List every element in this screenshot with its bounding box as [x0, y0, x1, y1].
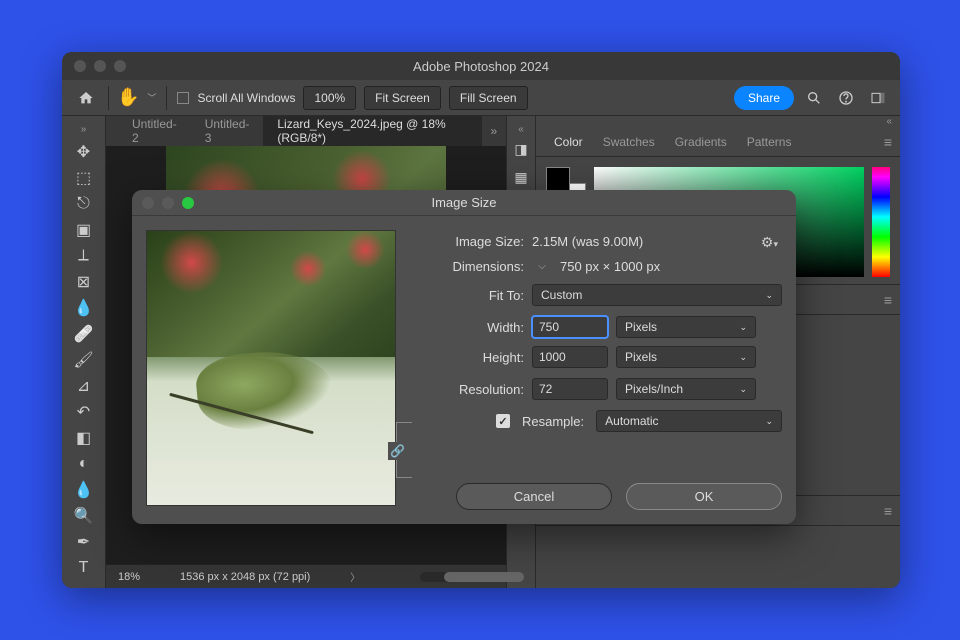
tab-color[interactable]: Color [544, 135, 593, 149]
gear-icon[interactable]: ⚙︎▾ [761, 234, 778, 251]
hue-slider[interactable] [872, 167, 890, 277]
tab-patterns[interactable]: Patterns [737, 135, 802, 149]
resample-label: Resample: [522, 414, 584, 429]
document-tab[interactable]: Untitled-2 [118, 116, 191, 146]
marquee-tool[interactable]: ⬚ [69, 165, 99, 191]
tab-overflow-icon[interactable]: » [482, 124, 506, 138]
image-size-dialog: Image Size ⚙︎▾ Image Size: 2.15M (was 9.… [132, 190, 796, 524]
dodge-tool[interactable]: 🔍 [69, 503, 99, 529]
eraser-tool[interactable]: ◧ [69, 425, 99, 451]
home-button[interactable] [72, 84, 100, 112]
titlebar: Adobe Photoshop 2024 [62, 52, 900, 80]
gradient-tool[interactable]: ◐ [69, 451, 99, 477]
pen-tool[interactable]: ✒ [69, 529, 99, 555]
width-unit-select[interactable]: Pixels⌄ [616, 316, 756, 338]
toolbox-expand-icon[interactable]: » [62, 124, 105, 135]
panels-collapse-icon[interactable]: « [536, 116, 900, 127]
help-icon[interactable] [834, 86, 858, 110]
share-button[interactable]: Share [734, 86, 794, 110]
document-tab[interactable]: Untitled-3 [191, 116, 264, 146]
width-label: Width: [416, 320, 524, 335]
clone-tool[interactable]: ⊿ [69, 373, 99, 399]
workspace-icon[interactable] [866, 86, 890, 110]
tab-gradients[interactable]: Gradients [665, 135, 737, 149]
move-tool[interactable]: ✥ [69, 139, 99, 165]
height-label: Height: [416, 350, 524, 365]
healing-tool[interactable]: 🩹 [69, 321, 99, 347]
dialog-form: ⚙︎▾ Image Size: 2.15M (was 9.00M) Dimens… [416, 230, 782, 510]
dimensions-unit-dropdown[interactable]: ⌵ [532, 261, 552, 272]
document-tab-active[interactable]: Lizard_Keys_2024.jpeg @ 18% (RGB/8*) [263, 116, 481, 146]
search-icon[interactable] [802, 86, 826, 110]
color-panel-tabs: Color Swatches Gradients Patterns ≡ [536, 127, 900, 157]
chevron-right-icon[interactable]: 〉 [350, 569, 360, 584]
status-zoom[interactable]: 18% [118, 571, 140, 583]
horizontal-scrollbar[interactable] [420, 572, 474, 582]
scroll-all-checkbox[interactable] [177, 92, 189, 104]
options-bar: ✋ ﹀ Scroll All Windows 100% Fit Screen F… [62, 80, 900, 116]
mini-panel-icon[interactable]: ▦ [509, 165, 533, 189]
dialog-preview-image[interactable] [146, 230, 396, 506]
image-size-label: Image Size: [416, 234, 524, 249]
status-doc-info[interactable]: 1536 px x 2048 px (72 ppi) [180, 571, 310, 583]
panel-menu-icon[interactable]: ≡ [884, 503, 892, 519]
tab-swatches[interactable]: Swatches [593, 135, 665, 149]
crop-tool[interactable]: ⟂ [69, 243, 99, 269]
frame-tool[interactable]: ⊠ [69, 269, 99, 295]
document-tab-bar: Untitled-2 Untitled-3 Lizard_Keys_2024.j… [106, 116, 506, 146]
dock-collapse-icon[interactable]: « [507, 124, 535, 135]
dimensions-label: Dimensions: [416, 259, 524, 274]
object-select-tool[interactable]: ▣ [69, 217, 99, 243]
history-brush-tool[interactable]: ↶ [69, 399, 99, 425]
panel-menu-icon[interactable]: ≡ [884, 134, 892, 150]
scroll-all-label: Scroll All Windows [197, 91, 295, 105]
width-input[interactable] [532, 316, 608, 338]
fit-to-label: Fit To: [416, 288, 524, 303]
ok-button[interactable]: OK [626, 483, 782, 510]
tool-preset-dropdown[interactable]: ﹀ [147, 91, 156, 104]
height-input[interactable] [532, 346, 608, 368]
fit-to-select[interactable]: Custom⌄ [532, 284, 782, 306]
fit-screen-button[interactable]: Fit Screen [364, 86, 441, 110]
lasso-tool[interactable]: ⎋ [69, 191, 99, 217]
dimensions-value: 750 px × 1000 px [560, 259, 660, 274]
resolution-label: Resolution: [416, 382, 524, 397]
brush-tool[interactable]: 🖌 [69, 347, 99, 373]
blur-tool[interactable]: 💧 [69, 477, 99, 503]
app-title: Adobe Photoshop 2024 [62, 59, 900, 74]
dialog-title: Image Size [132, 195, 796, 210]
resample-select[interactable]: Automatic⌄ [596, 410, 782, 432]
dialog-titlebar: Image Size [132, 190, 796, 216]
eyedropper-tool[interactable]: 💧 [69, 295, 99, 321]
constrain-proportions-icon[interactable]: 🔗 [388, 442, 407, 460]
hand-tool-icon: ✋ [117, 87, 139, 108]
foreground-color-swatch[interactable] [546, 167, 570, 191]
mini-panel-icon[interactable]: ◨ [509, 137, 533, 161]
panel-menu-icon[interactable]: ≡ [884, 292, 892, 308]
fill-screen-button[interactable]: Fill Screen [449, 86, 528, 110]
resolution-input[interactable] [532, 378, 608, 400]
type-tool[interactable]: T [69, 555, 99, 581]
image-size-value: 2.15M (was 9.00M) [532, 234, 643, 249]
resample-checkbox[interactable]: ✓ [496, 414, 510, 428]
resolution-unit-select[interactable]: Pixels/Inch⌄ [616, 378, 756, 400]
zoom-value[interactable]: 100% [303, 86, 356, 110]
cancel-button[interactable]: Cancel [456, 483, 612, 510]
height-unit-select[interactable]: Pixels⌄ [616, 346, 756, 368]
toolbox: » ✥ ⬚ ⎋ ▣ ⟂ ⊠ 💧 🩹 🖌 ⊿ ↶ ◧ ◐ 💧 🔍 ✒ T [62, 116, 106, 588]
status-bar: 18% 1536 px x 2048 px (72 ppi) 〉 [106, 564, 506, 588]
